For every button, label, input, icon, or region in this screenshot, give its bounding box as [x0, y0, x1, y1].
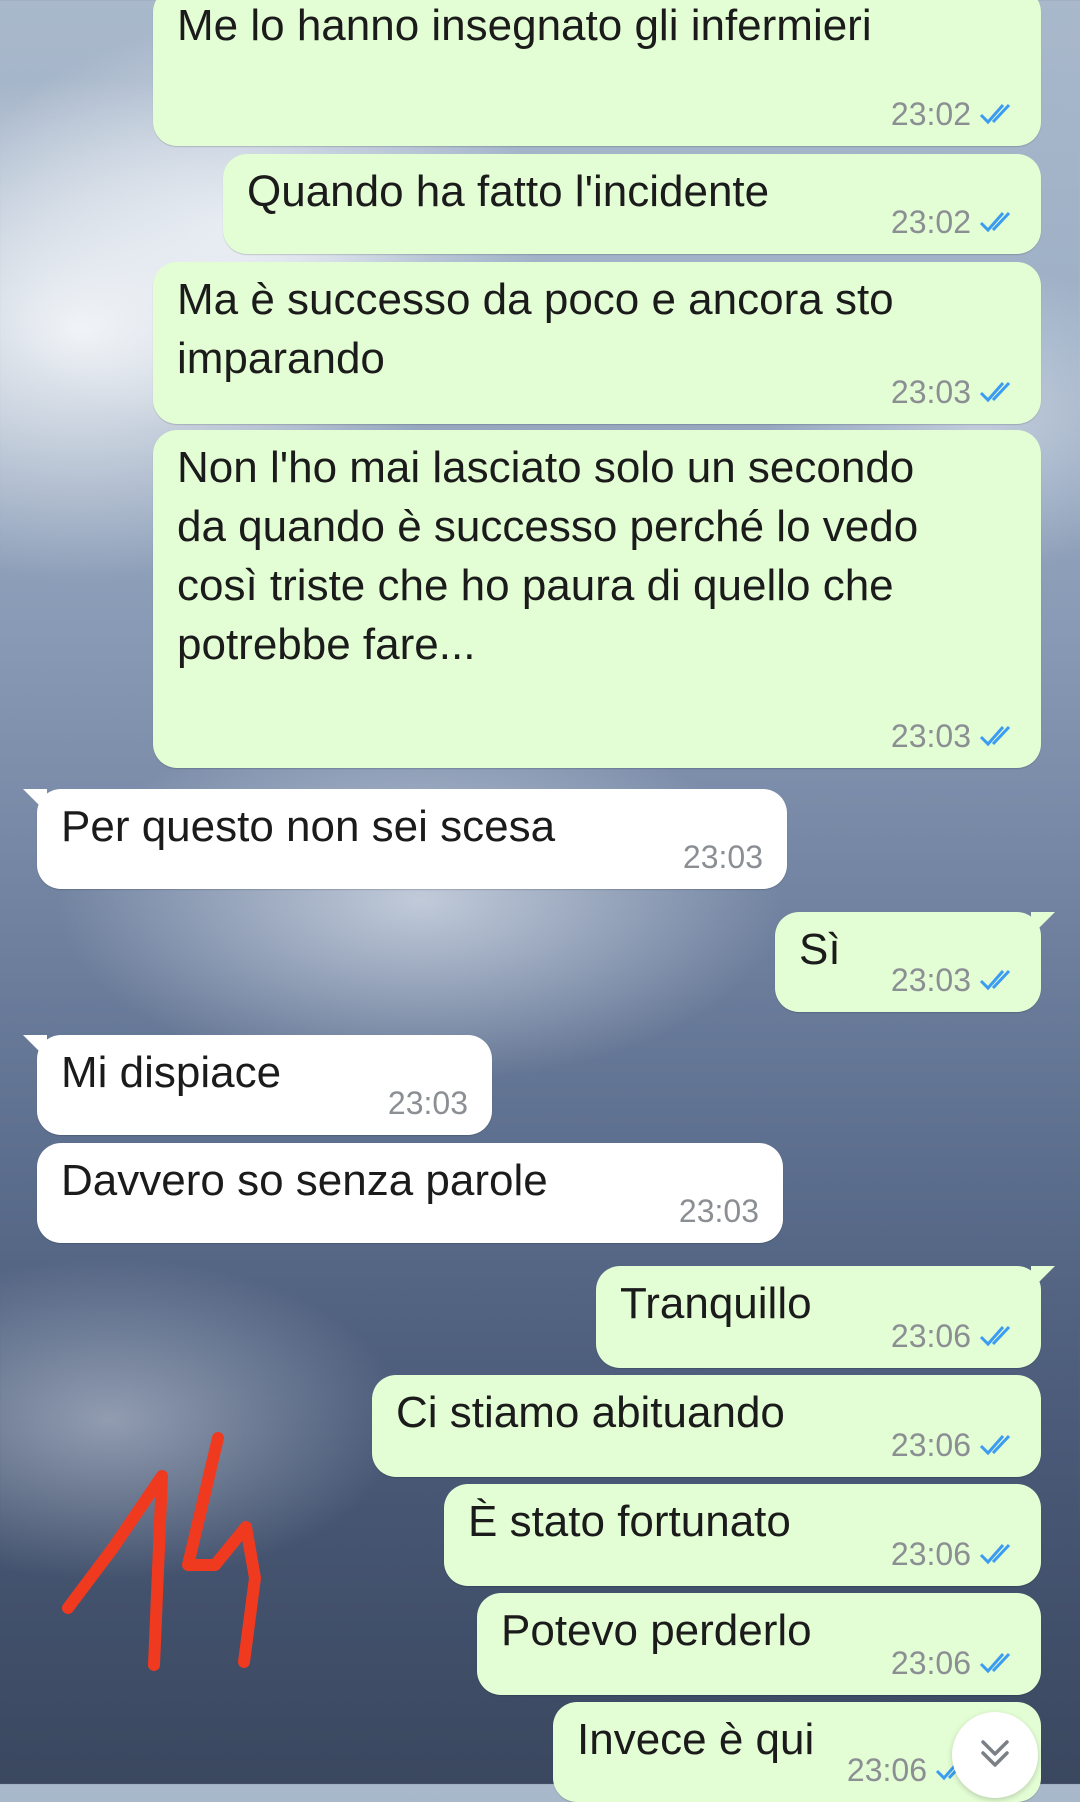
- message-meta: 23:03: [891, 376, 1017, 408]
- scroll-down-button[interactable]: [952, 1712, 1038, 1798]
- double-check-icon: [979, 210, 1017, 234]
- message-outgoing[interactable]: Me lo hanno insegnato gli infermieri 23:…: [153, 0, 1041, 146]
- message-time: 23:06: [890, 1645, 971, 1681]
- message-outgoing[interactable]: Potevo perderlo 23:06: [477, 1593, 1041, 1695]
- message-time: 23:06: [890, 1536, 971, 1572]
- message-text: Davvero so senza parole: [61, 1156, 548, 1205]
- message-outgoing[interactable]: Ma è successo da poco e ancora sto impar…: [153, 262, 1041, 424]
- message-time: 23:03: [682, 839, 763, 875]
- message-outgoing[interactable]: Quando ha fatto l'incidente 23:02: [223, 154, 1041, 254]
- message-text: Per questo non sei scesa: [61, 802, 556, 851]
- double-check-icon: [979, 968, 1017, 992]
- message-incoming[interactable]: Mi dispiace 23:03: [37, 1035, 492, 1135]
- message-outgoing[interactable]: Tranquillo 23:06: [596, 1266, 1041, 1368]
- message-time: 23:03: [890, 962, 971, 998]
- message-incoming[interactable]: Davvero so senza parole 23:03: [37, 1143, 783, 1243]
- message-text: Non l'ho mai lasciato solo un secondo da…: [177, 443, 919, 669]
- message-time: 23:03: [387, 1085, 468, 1121]
- message-meta: 23:06: [891, 1320, 1017, 1352]
- message-time: 23:06: [890, 1318, 971, 1354]
- message-meta: 23:03: [891, 964, 1017, 996]
- handwritten-annotation: [50, 1420, 280, 1690]
- message-incoming[interactable]: Per questo non sei scesa 23:03: [37, 789, 787, 889]
- message-time: 23:06: [890, 1427, 971, 1463]
- message-meta: 23:06: [891, 1647, 1017, 1679]
- double-check-icon: [979, 102, 1017, 126]
- message-meta: 23:03: [891, 720, 1017, 752]
- message-time: 23:02: [890, 96, 971, 132]
- double-check-icon: [979, 1651, 1017, 1675]
- message-meta: 23:03: [683, 841, 763, 873]
- message-meta: 23:02: [891, 206, 1017, 238]
- double-check-icon: [979, 1324, 1017, 1348]
- message-time: 23:03: [678, 1193, 759, 1229]
- chat-view: Me lo hanno insegnato gli infermieri 23:…: [0, 0, 1080, 1802]
- message-outgoing[interactable]: Sì 23:03: [775, 912, 1041, 1012]
- message-outgoing[interactable]: È stato fortunato 23:06: [444, 1484, 1041, 1586]
- chevron-double-down-icon: [975, 1733, 1015, 1778]
- message-time: 23:03: [890, 374, 971, 410]
- message-outgoing[interactable]: Non l'ho mai lasciato solo un secondo da…: [153, 430, 1041, 768]
- double-check-icon: [979, 1433, 1017, 1457]
- message-meta: 23:03: [388, 1087, 468, 1119]
- message-time: 23:03: [890, 718, 971, 754]
- message-text: Me lo hanno insegnato gli infermieri: [177, 1, 872, 50]
- message-meta: 23:06: [891, 1538, 1017, 1570]
- message-text: Ma è successo da poco e ancora sto impar…: [177, 275, 894, 383]
- double-check-icon: [979, 380, 1017, 404]
- message-time: 23:06: [846, 1752, 927, 1788]
- message-meta: 23:03: [679, 1195, 759, 1227]
- message-outgoing[interactable]: Ci stiamo abituando 23:06: [372, 1375, 1041, 1477]
- message-meta: 23:06: [891, 1429, 1017, 1461]
- message-meta: 23:02: [891, 98, 1017, 130]
- double-check-icon: [979, 1542, 1017, 1566]
- message-time: 23:02: [890, 204, 971, 240]
- double-check-icon: [979, 724, 1017, 748]
